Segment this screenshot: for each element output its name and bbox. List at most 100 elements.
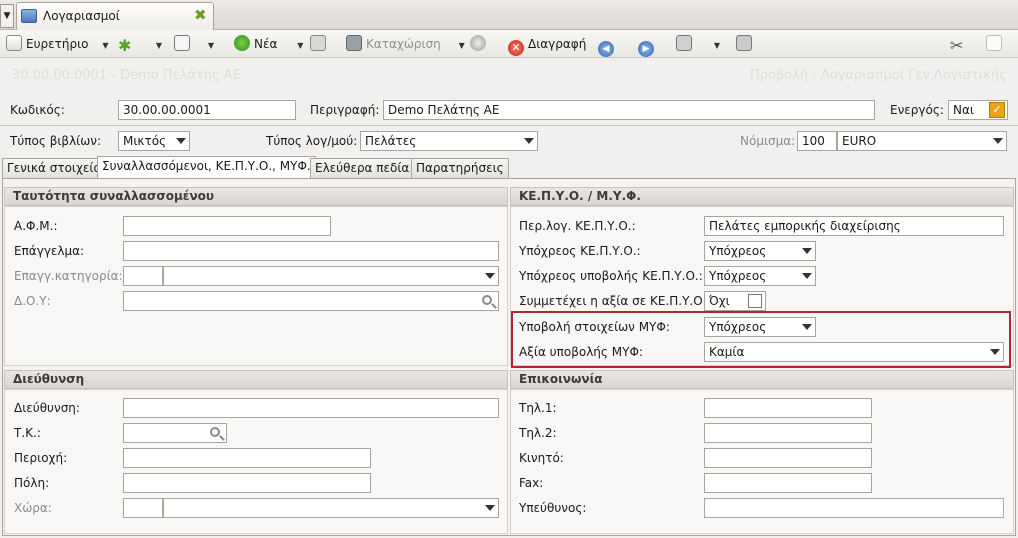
settings-button[interactable]: ✂ [950,34,970,54]
next-record-button[interactable]: ▶ [638,34,658,57]
account-type-value: Πελάτες [365,134,417,148]
account-type-label: Τύπος λογ/μού: [266,134,358,148]
area-field[interactable] [123,448,371,468]
save-button[interactable]: Καταχώριση ▼ [346,34,465,54]
active-label: Ενεργός: [890,103,944,117]
chevron-down-icon [176,138,186,144]
tel2-field[interactable] [704,423,872,443]
chevron-down-icon [524,138,534,144]
kepyo-submission-select[interactable]: Υπόχρεος [704,266,816,286]
search-icon[interactable] [482,295,492,305]
arrow-left-icon: ◀ [598,41,614,57]
copy-icon [310,35,326,51]
new-button-label: Νέα [254,37,278,51]
preview-dropdown-icon[interactable]: ▼ [208,41,214,50]
tab-general[interactable]: Γενικά στοιχεία [2,158,107,178]
divider [0,125,1018,126]
save-dropdown-icon[interactable]: ▼ [459,41,465,50]
street-label: Διεύθυνση: [14,401,80,415]
category-code-field[interactable] [123,266,163,286]
add-green-icon [234,35,250,51]
kepyo-participates-value: Όχι [709,294,730,308]
category-select[interactable] [163,266,499,286]
description-field[interactable]: Demo Πελάτης ΑΕ [383,100,875,120]
document-tab[interactable]: Λογαριασμοί ✖ [16,2,214,30]
currency-select[interactable]: EURO [837,131,1007,151]
refresh-icon [470,35,486,51]
list-icon [6,35,22,51]
code-field[interactable]: 30.00.00.0001 [118,100,296,120]
fax-field[interactable] [704,473,872,493]
index-dropdown-icon[interactable]: ▼ [102,41,108,50]
document-tab-title: Λογαριασμοί [43,9,120,23]
print-button[interactable]: ▼ [676,34,720,54]
delete-x-icon: ✕ [508,40,524,56]
currency-value: EURO [842,134,877,148]
refresh-button[interactable] [470,34,490,54]
kepyo-account-field[interactable]: Πελάτες εμπορικής διαχείρισης [704,216,1004,236]
tab-remarks[interactable]: Παρατηρήσεις [411,158,509,178]
chevron-down-icon [993,138,1003,144]
country-select[interactable] [163,498,499,518]
currency-label: Νόμισμα: [740,134,796,148]
book-type-select[interactable]: Μικτός [118,131,190,151]
account-type-select[interactable]: Πελάτες [360,131,538,151]
kepyo-participates-field[interactable]: Όχι [704,291,766,311]
kepyo-obliged-select[interactable]: Υπόχρεος [704,241,816,261]
profession-field[interactable] [123,241,499,261]
arrow-right-icon: ▶ [638,41,654,57]
view-heading: Προβολή : Λογαριασμοί Γεν.Λογιστικής [750,68,1007,83]
new-button[interactable]: Νέα ▼ [234,34,303,54]
close-tab-icon[interactable]: ✖ [194,6,207,24]
responsible-field[interactable] [704,498,1004,518]
index-button[interactable]: Ευρετήριο ▼ [6,34,108,54]
chevron-down-icon [485,273,495,279]
tab-free-fields[interactable]: Ελεύθερα πεδία [310,158,415,178]
new-dropdown-icon[interactable]: ▼ [297,41,303,50]
tab-list-dropdown-icon[interactable]: ▼ [0,4,14,28]
chevron-down-icon [802,248,812,254]
tools-button[interactable] [736,34,756,54]
document-icon [986,35,1002,51]
disk-icon [346,35,362,51]
copy-button[interactable] [310,34,330,54]
country-code-field[interactable] [123,498,163,518]
code-label: Κωδικός: [10,103,65,117]
identity-section-title: Ταυτότητα συναλλασσομένου [4,187,508,206]
previous-record-button[interactable]: ◀ [598,34,618,57]
city-field[interactable] [123,473,371,493]
profession-label: Επάγγελμα: [14,244,85,258]
printer-icon [676,35,692,51]
checkbox-icon[interactable] [748,294,762,308]
tab-counterparties[interactable]: Συναλλασσόμενοι, ΚΕ.Π.Υ.Ο., ΜΥΦ. [97,156,316,179]
search-preview-button[interactable]: ▼ [174,34,214,54]
currency-code-field[interactable]: 100 [797,131,837,151]
toolbar: Ευρετήριο ▼ ✱ ▼ ▼ Νέα ▼ Καταχώριση ▼ ✕ Δι… [0,30,1018,58]
country-label: Χώρα: [14,501,52,515]
mobile-field[interactable] [704,448,872,468]
wizard-button[interactable]: ✱ ▼ [118,34,162,54]
tel1-field[interactable] [704,398,872,418]
mobile-label: Κινητό: [519,451,564,465]
afm-field[interactable] [123,216,331,236]
doy-field[interactable] [123,291,499,311]
print-dropdown-icon[interactable]: ▼ [714,41,720,50]
kepyo-account-label: Περ.λογ. ΚΕ.Π.Υ.Ο.: [519,219,636,233]
save-button-label: Καταχώριση [366,37,441,51]
wizard-dropdown-icon[interactable]: ▼ [156,41,162,50]
document-button[interactable] [986,34,1006,54]
search-icon[interactable] [210,427,220,437]
contact-section-title: Επικοινωνία [510,370,1014,389]
street-field[interactable] [123,398,499,418]
category-label: Επαγγ.κατηγορία: [14,269,123,283]
city-label: Πόλη: [14,476,50,490]
active-field[interactable]: Ναι ✓ [948,100,1008,120]
checkbox-checked-icon[interactable]: ✓ [989,102,1005,118]
highlight-box [511,311,1011,368]
tools-icon [736,35,752,51]
zip-field[interactable] [123,423,227,443]
fax-label: Fax: [519,476,544,490]
delete-button[interactable]: ✕ Διαγραφή [508,34,586,56]
chevron-down-icon [802,273,812,279]
kepyo-submission-value: Υπόχρεος [709,269,767,283]
